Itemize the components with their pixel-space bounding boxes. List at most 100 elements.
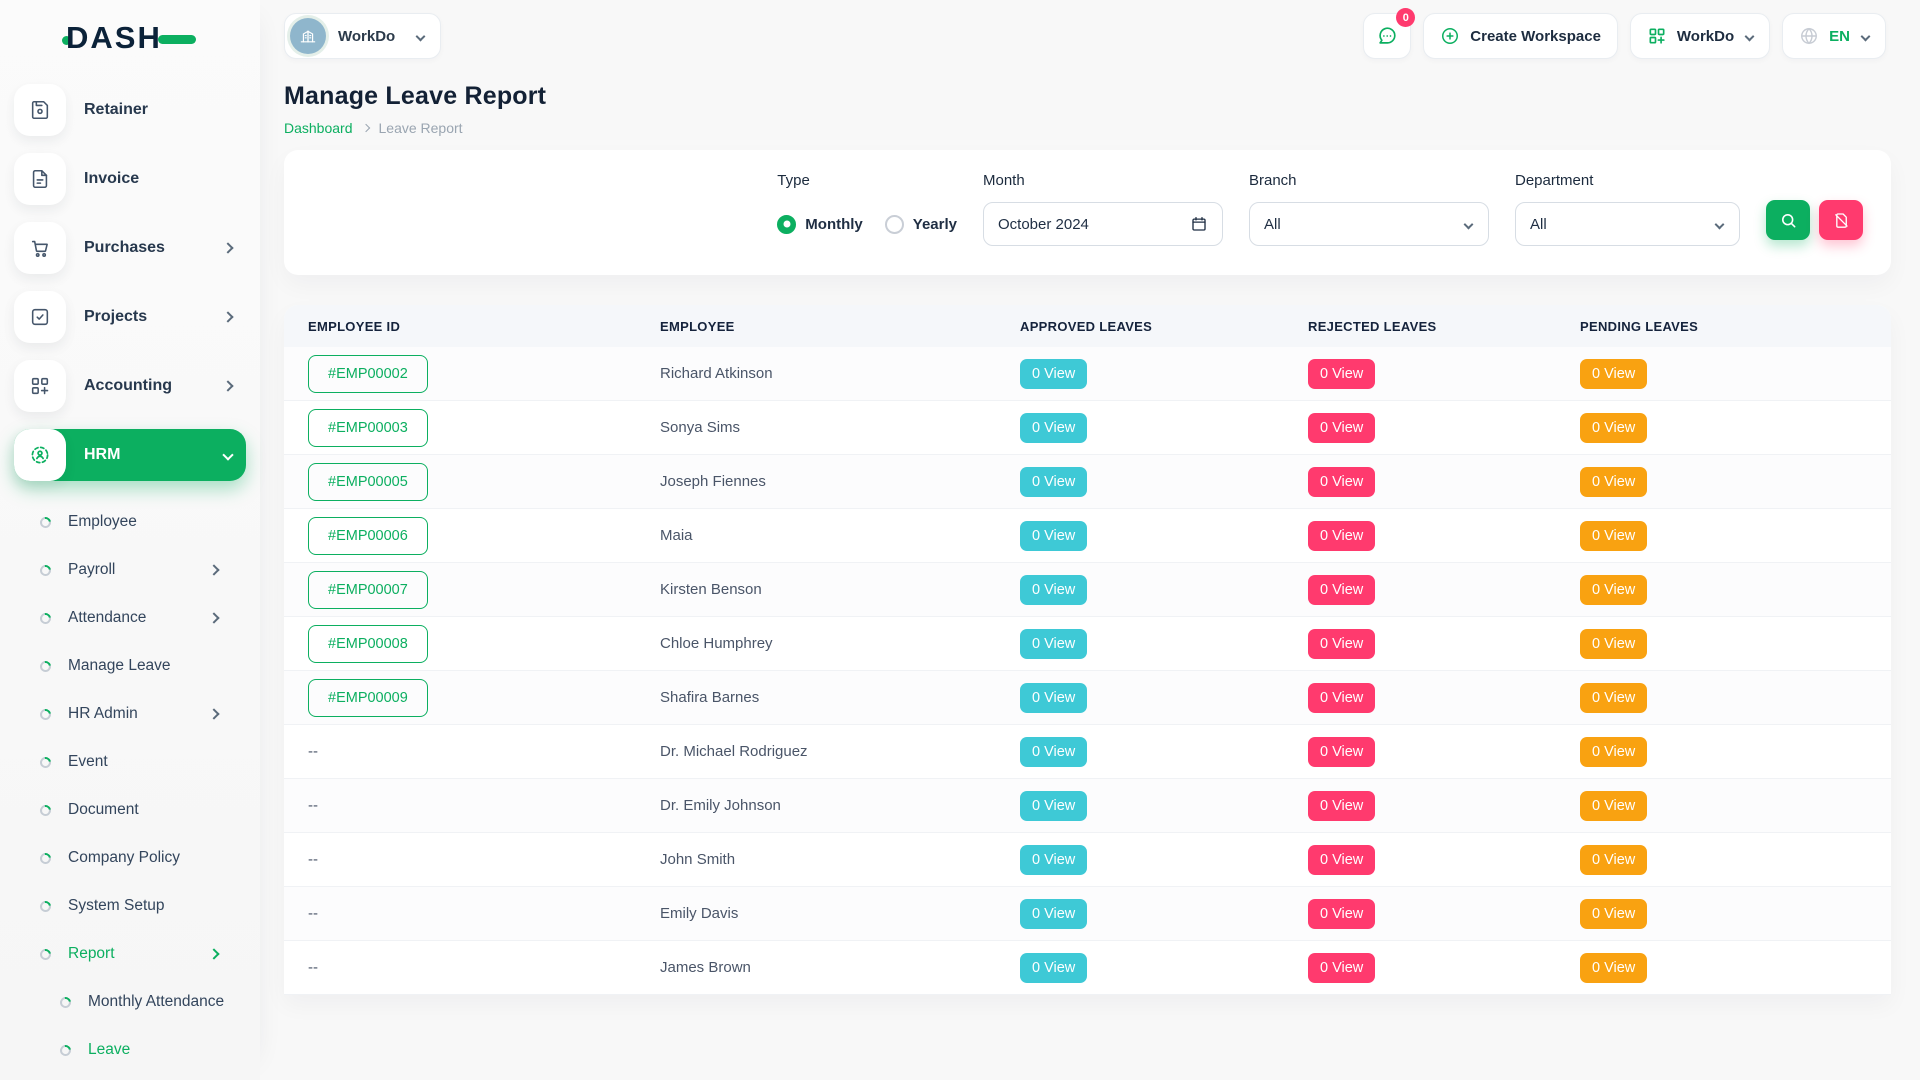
sidebar-subitem-employee[interactable]: Employee — [14, 498, 246, 546]
logo-accent-dash — [158, 35, 196, 44]
approved-leaves-badge[interactable]: 0 View — [1020, 629, 1087, 659]
employee-id-button[interactable]: #EMP00008 — [308, 625, 428, 663]
chevron-down-icon — [1745, 31, 1755, 41]
check-square-icon — [14, 291, 66, 343]
rejected-leaves-badge[interactable]: 0 View — [1308, 899, 1375, 929]
search-button[interactable] — [1766, 200, 1810, 240]
workspace-avatar — [290, 18, 326, 54]
breadcrumb-link-dashboard[interactable]: Dashboard — [284, 120, 353, 136]
approved-leaves-badge[interactable]: 0 View — [1020, 899, 1087, 929]
workspace-menu-button[interactable]: WorkDo — [1630, 13, 1770, 59]
pending-leaves-badge[interactable]: 0 View — [1580, 899, 1647, 929]
rejected-leaves-badge[interactable]: 0 View — [1308, 845, 1375, 875]
sidebar-subitem-manage-leave[interactable]: Manage Leave — [14, 642, 246, 690]
chevron-right-icon — [208, 708, 219, 719]
department-select[interactable]: All — [1515, 202, 1740, 246]
rejected-leaves-badge[interactable]: 0 View — [1308, 791, 1375, 821]
employee-id-button[interactable]: #EMP00009 — [308, 679, 428, 717]
branch-select[interactable]: All — [1249, 202, 1489, 246]
rejected-leaves-badge[interactable]: 0 View — [1308, 629, 1375, 659]
plus-circle-icon — [1440, 26, 1460, 46]
approved-leaves-badge[interactable]: 0 View — [1020, 413, 1087, 443]
employee-name: Shafira Barnes — [660, 689, 1020, 706]
sidebar-subitem-payroll[interactable]: Payroll — [14, 1074, 246, 1080]
sidebar-subitem-report[interactable]: Report — [14, 930, 246, 978]
rejected-leaves-badge[interactable]: 0 View — [1308, 521, 1375, 551]
messages-button[interactable]: 0 — [1363, 13, 1411, 59]
pending-leaves-badge[interactable]: 0 View — [1580, 845, 1647, 875]
rejected-leaves-badge[interactable]: 0 View — [1308, 683, 1375, 713]
sidebar-subitem-payroll[interactable]: Payroll — [14, 546, 246, 594]
approved-leaves-badge[interactable]: 0 View — [1020, 467, 1087, 497]
employee-id-button[interactable]: #EMP00006 — [308, 517, 428, 555]
sidebar-item-hrm[interactable]: HRM — [14, 429, 246, 481]
employee-name: Kirsten Benson — [660, 581, 1020, 598]
employee-id-button[interactable]: #EMP00003 — [308, 409, 428, 447]
pending-leaves-badge[interactable]: 0 View — [1580, 467, 1647, 497]
month-input[interactable]: October 2024 — [983, 202, 1223, 246]
table-row: -- Emily Davis 0 View 0 View 0 View — [284, 887, 1891, 941]
employee-id-empty: -- — [308, 851, 660, 868]
branch-filter: Branch All — [1249, 172, 1489, 246]
sidebar-subitem-document[interactable]: Document — [14, 786, 246, 834]
table-body: #EMP00002 Richard Atkinson 0 View 0 View… — [284, 347, 1891, 995]
bullet-icon — [38, 802, 53, 817]
employee-id-button[interactable]: #EMP00007 — [308, 571, 428, 609]
employee-id-button[interactable]: #EMP00002 — [308, 355, 428, 393]
create-workspace-button[interactable]: Create Workspace — [1423, 13, 1618, 59]
chevron-right-icon — [222, 380, 233, 391]
radio-monthly[interactable]: Monthly — [777, 215, 863, 234]
sidebar-subitem-hr-admin[interactable]: HR Admin — [14, 690, 246, 738]
employee-id-empty: -- — [308, 797, 660, 814]
approved-leaves-badge[interactable]: 0 View — [1020, 359, 1087, 389]
pending-leaves-badge[interactable]: 0 View — [1580, 683, 1647, 713]
type-radio-group: Monthly Yearly — [777, 202, 957, 246]
sidebar-subitem-leave[interactable]: Leave — [14, 1026, 246, 1074]
approved-leaves-badge[interactable]: 0 View — [1020, 521, 1087, 551]
pending-leaves-badge[interactable]: 0 View — [1580, 737, 1647, 767]
approved-leaves-badge[interactable]: 0 View — [1020, 683, 1087, 713]
sidebar-subitem-monthly-attendance[interactable]: Monthly Attendance — [14, 978, 246, 1026]
language-button[interactable]: EN — [1782, 13, 1886, 59]
approved-leaves-badge[interactable]: 0 View — [1020, 953, 1087, 983]
rejected-leaves-badge[interactable]: 0 View — [1308, 359, 1375, 389]
notification-count-badge: 0 — [1396, 8, 1415, 27]
table-row: -- James Brown 0 View 0 View 0 View — [284, 941, 1891, 995]
rejected-leaves-badge[interactable]: 0 View — [1308, 413, 1375, 443]
sidebar-item-purchases[interactable]: Purchases — [14, 222, 246, 274]
approved-leaves-badge[interactable]: 0 View — [1020, 791, 1087, 821]
pending-leaves-badge[interactable]: 0 View — [1580, 629, 1647, 659]
pending-leaves-badge[interactable]: 0 View — [1580, 359, 1647, 389]
sidebar-subitem-event[interactable]: Event — [14, 738, 246, 786]
sidebar-item-invoice[interactable]: Invoice — [14, 153, 246, 205]
sidebar-subitem-attendance[interactable]: Attendance — [14, 594, 246, 642]
sidebar-item-retainer[interactable]: Retainer — [14, 84, 246, 136]
workspace-selector[interactable]: WorkDo — [284, 13, 441, 59]
sidebar-item-accounting[interactable]: Accounting — [14, 360, 246, 412]
reset-button[interactable] — [1819, 200, 1863, 240]
pending-leaves-badge[interactable]: 0 View — [1580, 575, 1647, 605]
pending-leaves-badge[interactable]: 0 View — [1580, 953, 1647, 983]
pending-leaves-badge[interactable]: 0 View — [1580, 791, 1647, 821]
grid-plus-icon — [14, 360, 66, 412]
rejected-leaves-badge[interactable]: 0 View — [1308, 953, 1375, 983]
chevron-right-icon — [222, 242, 233, 253]
radio-yearly[interactable]: Yearly — [885, 215, 957, 234]
approved-leaves-badge[interactable]: 0 View — [1020, 575, 1087, 605]
approved-leaves-badge[interactable]: 0 View — [1020, 845, 1087, 875]
dash-logo[interactable]: DASH — [0, 18, 260, 58]
rejected-leaves-badge[interactable]: 0 View — [1308, 575, 1375, 605]
globe-icon — [1799, 26, 1819, 46]
rejected-leaves-badge[interactable]: 0 View — [1308, 467, 1375, 497]
pending-leaves-badge[interactable]: 0 View — [1580, 413, 1647, 443]
calendar-icon — [1190, 215, 1208, 233]
sidebar-item-projects[interactable]: Projects — [14, 291, 246, 343]
topbar: WorkDo 0 Create Workspace — [260, 0, 1920, 72]
approved-leaves-badge[interactable]: 0 View — [1020, 737, 1087, 767]
sidebar-subitem-system-setup[interactable]: System Setup — [14, 882, 246, 930]
rejected-leaves-badge[interactable]: 0 View — [1308, 737, 1375, 767]
pending-leaves-badge[interactable]: 0 View — [1580, 521, 1647, 551]
leave-report-table: EMPLOYEE ID EMPLOYEE APPROVED LEAVES REJ… — [284, 305, 1891, 995]
sidebar-subitem-company-policy[interactable]: Company Policy — [14, 834, 246, 882]
employee-id-button[interactable]: #EMP00005 — [308, 463, 428, 501]
